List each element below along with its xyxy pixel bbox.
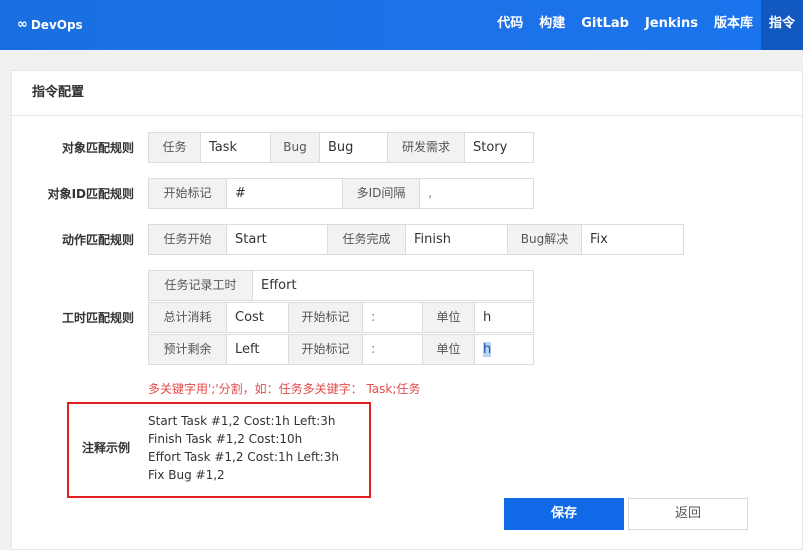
- nav-item-gitlab[interactable]: GitLab: [573, 0, 637, 50]
- id-separator-addon: 多ID间隔: [343, 179, 420, 208]
- example-line: Finish Task #1,2 Cost:10h: [148, 432, 303, 446]
- cost-unit-input[interactable]: h: [475, 303, 533, 332]
- nav-item-code[interactable]: 代码: [489, 0, 531, 50]
- example-line: Fix Bug #1,2: [148, 468, 225, 482]
- panel-title: 指令配置: [12, 71, 802, 116]
- bug-fix-input[interactable]: Fix: [582, 225, 683, 254]
- task-start-addon: 任务开始: [149, 225, 227, 254]
- cost-addon: 总计消耗: [149, 303, 227, 332]
- cost-input[interactable]: Cost: [227, 303, 289, 332]
- example-lines: Start Task #1,2 Cost:1h Left:3h Finish T…: [148, 412, 339, 484]
- example-label: 注释示例: [82, 441, 131, 455]
- bug-addon: Bug: [271, 133, 320, 162]
- logo-text: DevOps: [30, 17, 83, 32]
- task-start-input[interactable]: Start: [227, 225, 328, 254]
- example-line: Effort Task #1,2 Cost:1h Left:3h: [148, 450, 339, 464]
- top-navbar: ∞ DevOps 代码 构建 GitLab Jenkins 版本库 指令: [0, 0, 803, 50]
- selected-text: h: [483, 342, 492, 357]
- main-nav: 代码 构建 GitLab Jenkins 版本库 指令: [489, 0, 803, 50]
- left-group: 预计剩余 Left 开始标记 : 单位 h: [148, 334, 534, 365]
- object-rule-label: 对象匹配规则: [61, 141, 134, 155]
- cost-start-addon: 开始标记: [289, 303, 363, 332]
- action-rule-group: 任务开始 Start 任务完成 Finish Bug解决 Fix: [148, 224, 684, 255]
- left-start-addon: 开始标记: [289, 335, 363, 364]
- id-start-addon: 开始标记: [149, 179, 227, 208]
- task-finish-input[interactable]: Finish: [406, 225, 508, 254]
- example-line: Start Task #1,2 Cost:1h Left:3h: [148, 414, 336, 428]
- cost-group: 总计消耗 Cost 开始标记 : 单位 h: [148, 302, 534, 333]
- nav-item-jenkins[interactable]: Jenkins: [637, 0, 706, 50]
- cost-start-input[interactable]: :: [363, 303, 423, 332]
- id-separator-input[interactable]: ,: [420, 179, 533, 208]
- nav-item-commands[interactable]: 指令: [760, 0, 803, 50]
- back-button[interactable]: 返回: [628, 498, 748, 530]
- effort-addon: 任务记录工时: [149, 271, 253, 300]
- infinity-icon: ∞: [17, 17, 28, 32]
- id-start-input[interactable]: #: [227, 179, 343, 208]
- left-unit-addon: 单位: [423, 335, 475, 364]
- left-start-input[interactable]: :: [363, 335, 423, 364]
- id-rule-group: 开始标记 # 多ID间隔 ,: [148, 178, 534, 209]
- object-rule-group: 任务 Task Bug Bug 研发需求 Story: [148, 132, 534, 163]
- effort-input[interactable]: Effort: [253, 271, 533, 300]
- app-logo[interactable]: ∞ DevOps: [17, 17, 83, 32]
- bug-keyword-input[interactable]: Bug: [320, 133, 388, 162]
- action-rule-label: 动作匹配规则: [61, 233, 134, 247]
- nav-item-repository[interactable]: 版本库: [706, 0, 761, 50]
- left-addon: 预计剩余: [149, 335, 227, 364]
- left-input[interactable]: Left: [227, 335, 289, 364]
- cost-unit-addon: 单位: [423, 303, 475, 332]
- story-keyword-input[interactable]: Story: [465, 133, 533, 162]
- left-unit-input[interactable]: h: [475, 335, 533, 364]
- task-finish-addon: 任务完成: [328, 225, 406, 254]
- keyword-hint: 多关键字用';'分割，如：任务多关键字： Task;任务: [148, 382, 421, 396]
- hours-rule-label: 工时匹配规则: [61, 311, 134, 325]
- task-keyword-input[interactable]: Task: [201, 133, 271, 162]
- nav-item-build[interactable]: 构建: [531, 0, 573, 50]
- effort-group: 任务记录工时 Effort: [148, 270, 534, 301]
- save-button[interactable]: 保存: [504, 498, 624, 530]
- task-addon: 任务: [149, 133, 201, 162]
- bug-fix-addon: Bug解决: [508, 225, 582, 254]
- id-rule-label: 对象ID匹配规则: [47, 187, 134, 201]
- story-addon: 研发需求: [388, 133, 465, 162]
